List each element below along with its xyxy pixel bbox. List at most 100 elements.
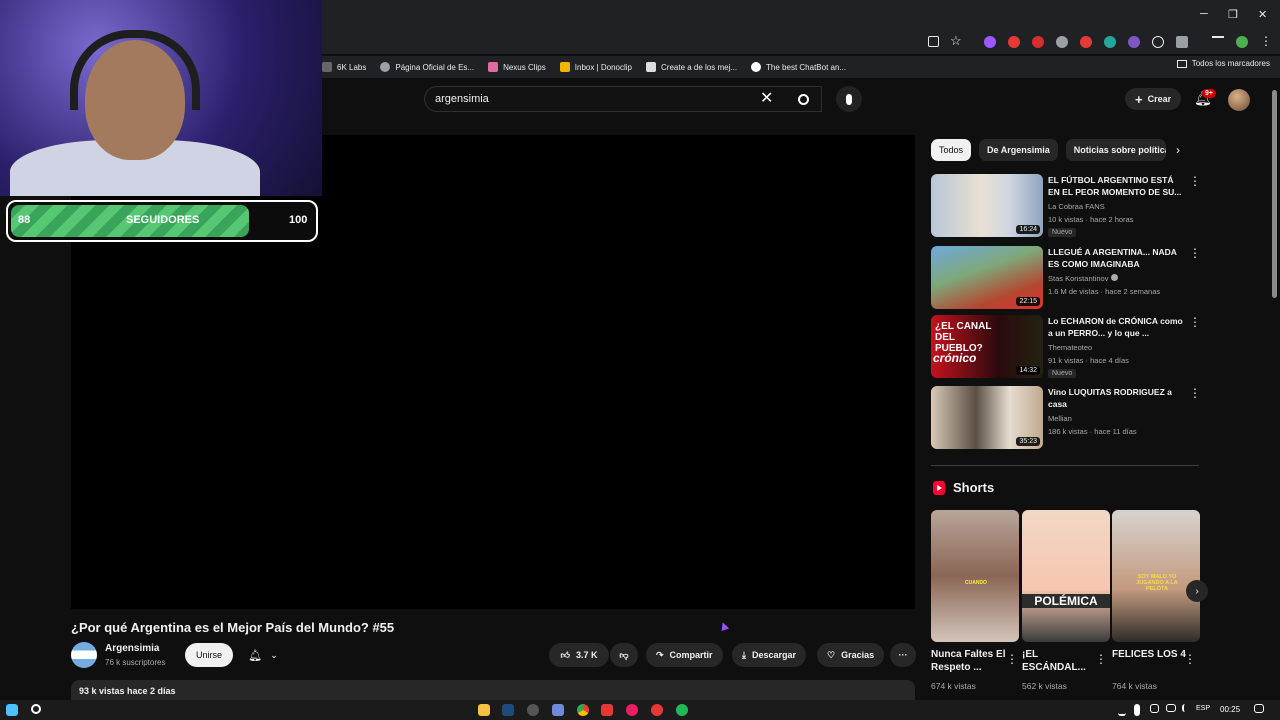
account-avatar[interactable] xyxy=(1228,89,1250,111)
channel-avatar[interactable] xyxy=(71,642,97,668)
extension-icon[interactable] xyxy=(1056,36,1068,48)
discord-icon[interactable] xyxy=(552,704,564,716)
start-icon[interactable] xyxy=(6,704,18,716)
bookmark-item[interactable]: Página Oficial de Es... xyxy=(380,62,474,72)
bookmark-item[interactable]: The best ChatBot an... xyxy=(751,62,846,72)
all-bookmarks[interactable]: Todos los marcadores xyxy=(1176,59,1270,68)
description-box[interactable]: 93 k vistas hace 2 días xyxy=(71,680,915,702)
recommended-video[interactable]: 16:24 EL FÚTBOL ARGENTINO ESTÁ EN EL PEO… xyxy=(931,174,1201,238)
notifications-icon[interactable] xyxy=(1254,704,1264,713)
create-button[interactable]: + Crear xyxy=(1125,88,1182,110)
network-icon[interactable] xyxy=(1166,704,1176,712)
bookmark-item[interactable]: Create a de los mej... xyxy=(646,62,737,72)
search-button[interactable] xyxy=(786,86,820,112)
extension-icon[interactable] xyxy=(1104,36,1116,48)
new-badge: Nuevo xyxy=(1048,228,1077,237)
recommended-video[interactable]: ¿EL CANAL DEL PUEBLO? crónico 14:32 Lo E… xyxy=(931,315,1201,379)
chevron-right-icon[interactable]: › xyxy=(1176,143,1180,157)
kebab-menu-icon[interactable]: ⋮ xyxy=(1189,315,1201,329)
generic-icon xyxy=(322,62,332,72)
star-icon[interactable]: ☆ xyxy=(950,33,962,49)
download-button[interactable]: ⤓ Descargar xyxy=(732,643,807,667)
recommended-video[interactable]: 35:23 Vino LUQUITAS RODRIGUEZ a casa Mel… xyxy=(931,386,1201,450)
like-button[interactable]: 👍︎ 3.7 K xyxy=(549,643,609,667)
more-icon: ··· xyxy=(898,650,908,660)
clock[interactable]: 00:25 xyxy=(1220,705,1240,714)
chrome-icon[interactable] xyxy=(577,704,589,716)
extension-icon[interactable] xyxy=(984,36,996,48)
extension-icon[interactable] xyxy=(1152,36,1164,48)
kebab-menu-icon[interactable]: ⋮ xyxy=(1006,652,1018,666)
maximize-button[interactable]: ❐ xyxy=(1228,8,1238,21)
chevron-up-icon[interactable] xyxy=(1118,704,1126,716)
short-title[interactable]: Nunca Faltes El Respeto ... xyxy=(931,648,1011,674)
extension-icon[interactable] xyxy=(1128,36,1140,48)
kebab-menu-icon[interactable]: ⋮ xyxy=(1260,34,1272,48)
extension-icon[interactable] xyxy=(1080,36,1092,48)
spotify-icon[interactable] xyxy=(676,704,688,716)
steam-icon[interactable] xyxy=(502,704,514,716)
short-overlay-text: SOY MALO YO JUGANDO A LA PELOTA xyxy=(1136,574,1178,592)
install-icon[interactable] xyxy=(928,36,939,47)
search-icon[interactable] xyxy=(31,704,41,714)
bookmark-item[interactable]: 6K Labs xyxy=(322,62,366,72)
profile-icon[interactable] xyxy=(1236,36,1248,48)
kebab-menu-icon[interactable]: ⋮ xyxy=(1189,386,1201,400)
short-thumbnail[interactable]: POLÉMICA xyxy=(1022,510,1110,642)
bookmark-item[interactable]: Inbox | Donoclip xyxy=(559,62,632,72)
app-icon[interactable] xyxy=(601,704,613,716)
chip-todos[interactable]: Todos xyxy=(931,139,972,161)
bookmark-item[interactable]: Nexus Clips xyxy=(488,62,546,72)
extension-icon[interactable] xyxy=(1008,36,1020,48)
verified-icon xyxy=(1110,274,1118,281)
reading-list-icon[interactable] xyxy=(1212,36,1224,44)
scrollbar[interactable] xyxy=(1272,90,1277,298)
share-button[interactable]: ↷ Compartir xyxy=(646,643,723,667)
channel-name[interactable]: Argensimia xyxy=(105,643,159,654)
clear-search-icon[interactable]: ✕ xyxy=(760,88,773,108)
mouse-cursor xyxy=(718,620,730,632)
video-title: LLEGUÉ A ARGENTINA... NADA ES COMO IMAGI… xyxy=(1048,247,1177,269)
mic-icon[interactable] xyxy=(1134,704,1140,716)
chevron-right-icon[interactable]: › xyxy=(1186,580,1208,602)
recommended-video[interactable]: 22:15 LLEGUÉ A ARGENTINA... NADA ES COMO… xyxy=(931,246,1201,310)
video-meta: 1.6 M de vistas · hace 2 semanas xyxy=(1048,287,1161,296)
minimize-button[interactable]: ─ xyxy=(1200,8,1208,20)
language-indicator[interactable]: ESP xyxy=(1196,705,1210,712)
dislike-button[interactable]: 👎︎ xyxy=(610,643,638,667)
follower-goal: 100 xyxy=(289,214,308,226)
puzzle-icon[interactable] xyxy=(1176,36,1188,48)
duration: 14:32 xyxy=(1016,366,1040,375)
thanks-button[interactable]: ♡ Gracias xyxy=(817,643,885,667)
join-button[interactable]: Unirse xyxy=(185,643,233,667)
app-icon[interactable] xyxy=(651,704,663,716)
chip-de-argensimia[interactable]: De Argensimia xyxy=(979,139,1058,161)
video-thumbnail: ¿EL CANAL DEL PUEBLO? crónico 14:32 xyxy=(931,315,1043,378)
headset-icon xyxy=(70,30,200,110)
short-title[interactable]: FELICES LOS 4 xyxy=(1112,648,1192,661)
volume-icon[interactable] xyxy=(1182,704,1190,712)
follower-label: SEGUIDORES xyxy=(126,214,200,226)
close-window-button[interactable]: ✕ xyxy=(1258,8,1267,21)
file-explorer-icon[interactable] xyxy=(478,704,490,716)
app-icon[interactable] xyxy=(527,704,539,716)
kebab-menu-icon[interactable]: ⋮ xyxy=(1189,246,1201,260)
more-actions-button[interactable]: ··· xyxy=(890,643,916,667)
subscription-bell-button[interactable]: 🔔︎ ⌄ xyxy=(240,643,286,667)
extension-icon[interactable] xyxy=(1032,36,1044,48)
kebab-menu-icon[interactable]: ⋮ xyxy=(1189,174,1201,188)
kebab-menu-icon[interactable]: ⋮ xyxy=(1184,652,1196,666)
chip-noticias[interactable]: Noticias sobre política xyxy=(1065,139,1166,161)
short-thumbnail[interactable]: SOY MALO YO JUGANDO A LA PELOTA xyxy=(1112,510,1200,642)
kebab-menu-icon[interactable]: ⋮ xyxy=(1095,652,1107,666)
short-views: 764 k vistas xyxy=(1112,681,1157,691)
app-icon[interactable] xyxy=(626,704,638,716)
video-meta: 186 k vistas · hace 11 días xyxy=(1048,427,1137,436)
doc-icon xyxy=(646,62,656,72)
video-thumbnail: 22:15 xyxy=(931,246,1043,309)
voice-search-button[interactable] xyxy=(836,86,862,112)
app-tray-icon[interactable] xyxy=(1150,704,1159,713)
duration: 35:23 xyxy=(1016,437,1040,446)
short-title[interactable]: ¡EL ESCÁNDAL... xyxy=(1022,648,1102,674)
short-thumbnail[interactable]: CUANDO xyxy=(931,510,1019,642)
